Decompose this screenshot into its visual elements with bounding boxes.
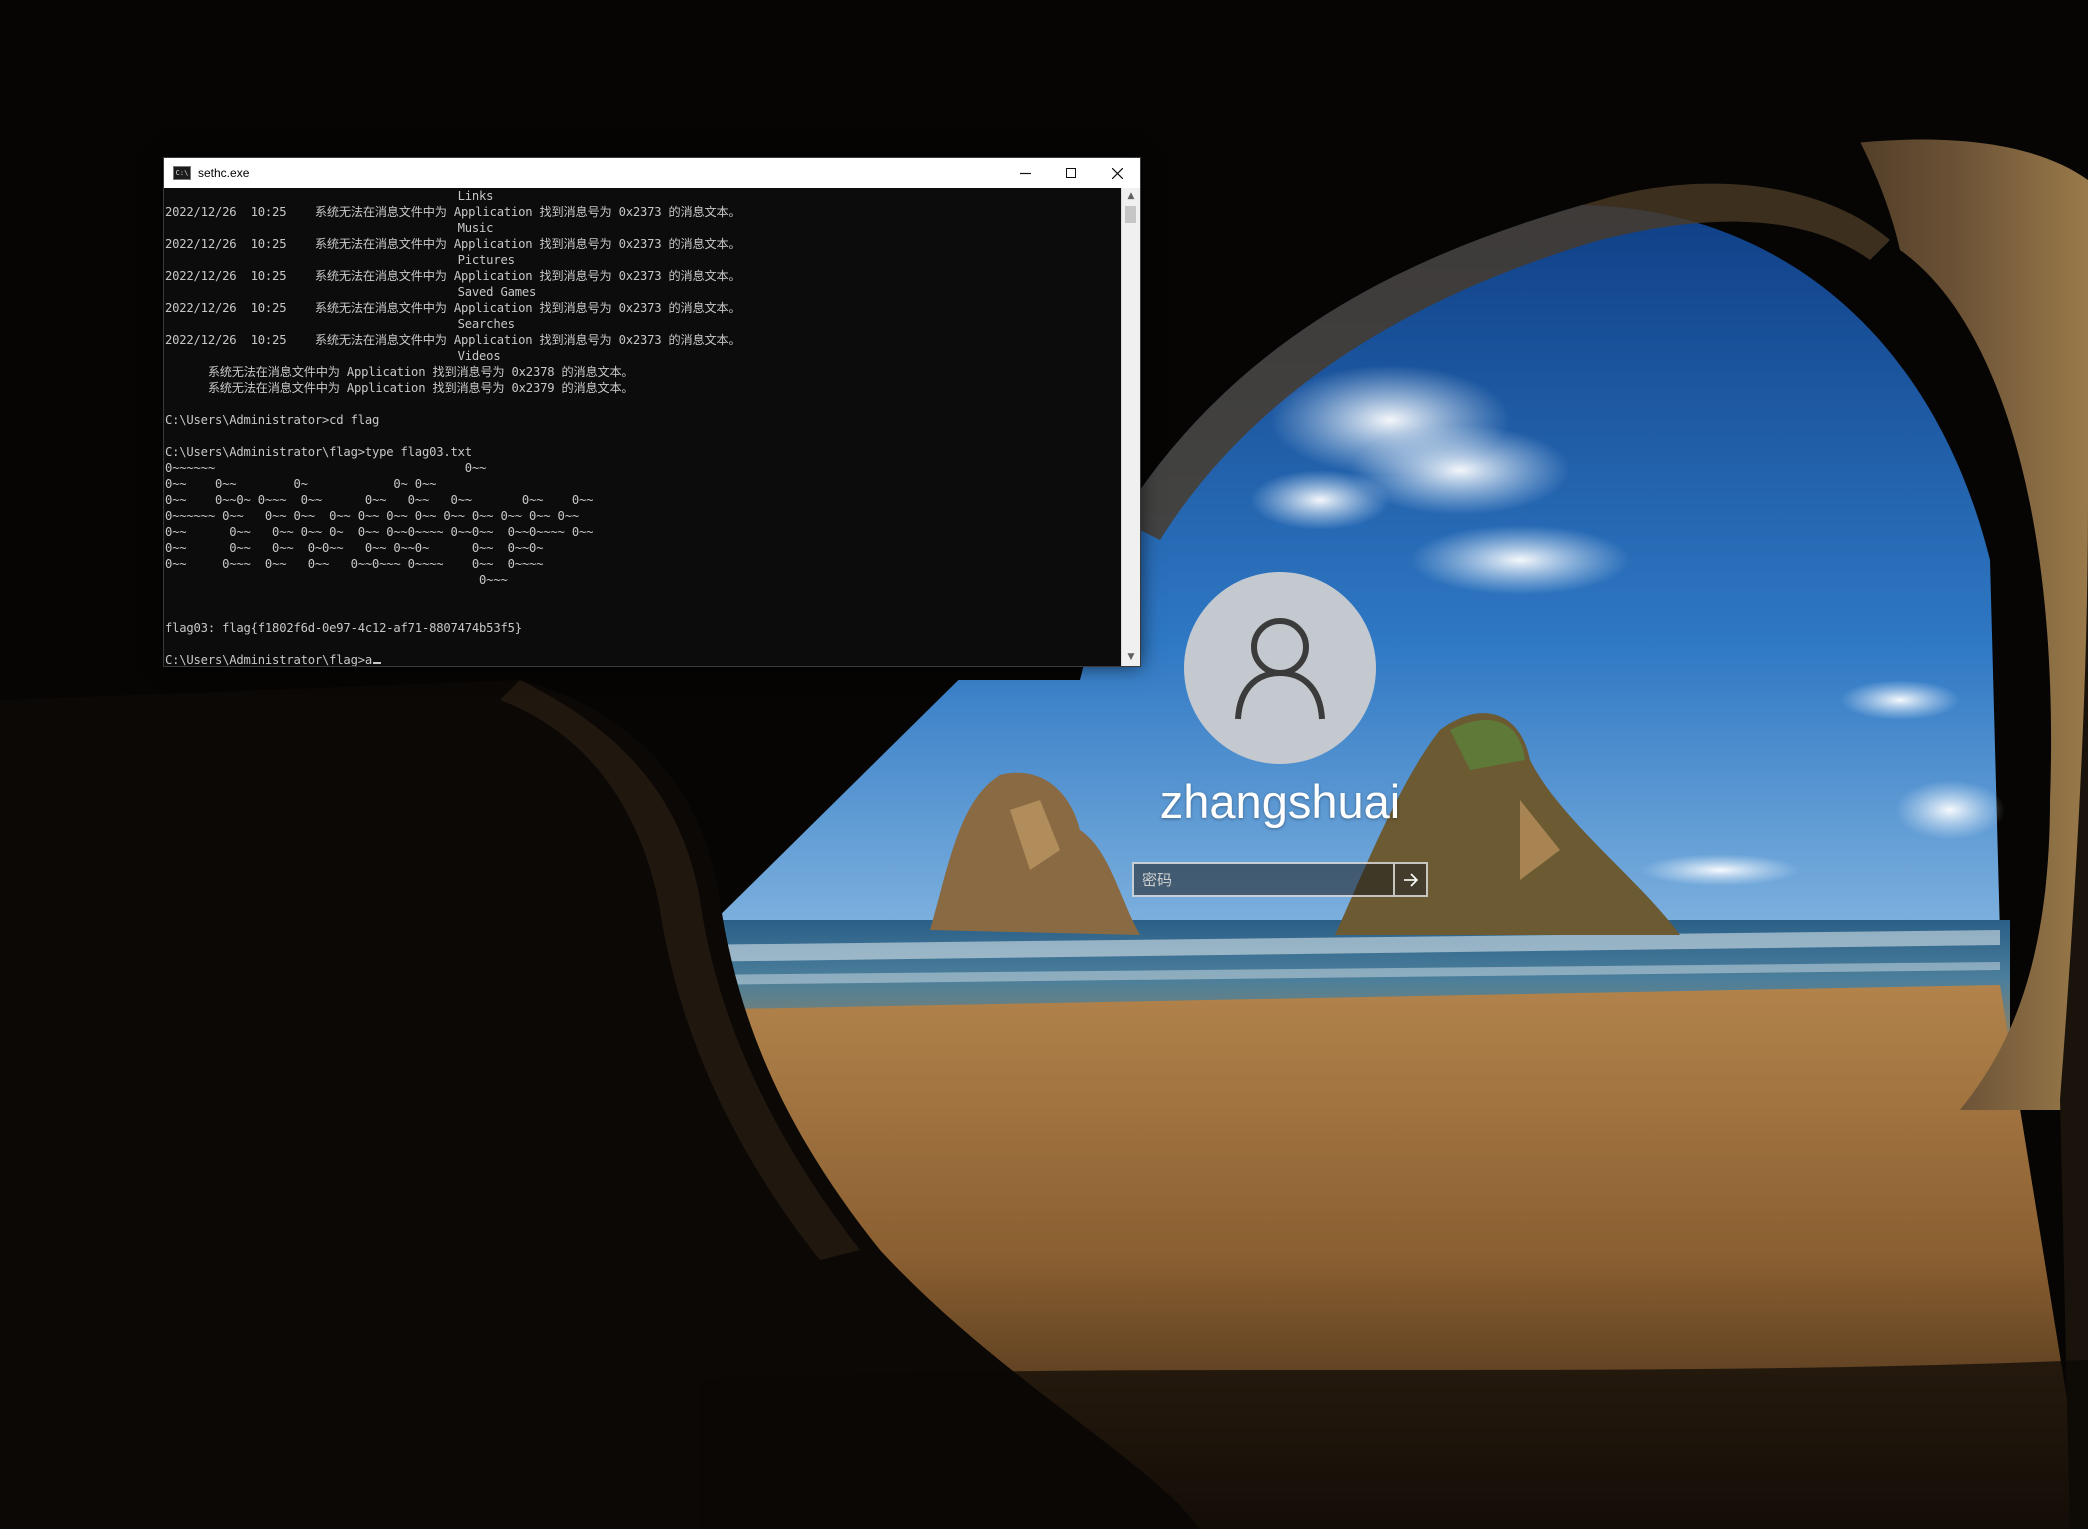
console-line: Links	[165, 189, 494, 203]
close-button[interactable]	[1094, 158, 1140, 188]
console-line: 系统无法在消息文件中为 Application 找到消息号为 0x2378 的消…	[165, 365, 634, 379]
console-scrollbar[interactable]: ▲ ▼	[1121, 188, 1140, 666]
user-avatar	[1184, 572, 1376, 764]
console-line: 2022/12/26 10:25 系统无法在消息文件中为 Application…	[165, 333, 741, 347]
console-line: 0~~~~~~ 0~~	[165, 461, 487, 475]
password-input[interactable]	[1132, 862, 1393, 897]
console-line: 2022/12/26 10:25 系统无法在消息文件中为 Application…	[165, 205, 741, 219]
console-output[interactable]: Links 2022/12/26 10:25 系统无法在消息文件中为 Appli…	[164, 188, 1122, 666]
console-line: 2022/12/26 10:25 系统无法在消息文件中为 Application…	[165, 301, 741, 315]
console-line: 0~~~	[165, 573, 508, 587]
console-line: Videos	[165, 349, 501, 363]
console-window[interactable]: C:\ sethc.exe Links 2022/12/26 10:25 系统无…	[163, 157, 1141, 667]
console-line: 0~~ 0~~ 0~~ 0~0~~ 0~~ 0~~0~ 0~~ 0~~0~	[165, 541, 544, 555]
minimize-button[interactable]	[1002, 158, 1048, 188]
maximize-icon	[1066, 168, 1076, 178]
console-line: 0~~ 0~~ 0~~ 0~~ 0~ 0~~ 0~~0~~~~ 0~~0~~ 0…	[165, 525, 594, 539]
username: zhangshuai	[1159, 775, 1401, 828]
scroll-up-icon[interactable]: ▲	[1122, 188, 1140, 205]
console-line: Pictures	[165, 253, 515, 267]
console-line: 2022/12/26 10:25 系统无法在消息文件中为 Application…	[165, 237, 741, 251]
close-icon	[1111, 167, 1123, 179]
user-avatar-icon	[1235, 618, 1325, 720]
submit-button[interactable]	[1393, 862, 1428, 897]
console-icon: C:\	[173, 166, 191, 180]
console-line: Saved Games	[165, 285, 537, 299]
console-line: C:\Users\Administrator\flag>a	[165, 653, 372, 666]
maximize-button[interactable]	[1048, 158, 1094, 188]
arrow-right-icon	[1403, 872, 1418, 887]
minimize-icon	[1019, 172, 1031, 174]
console-line: 0~~ 0~~0~ 0~~~ 0~~ 0~~ 0~~ 0~~ 0~~ 0~~	[165, 493, 594, 507]
window-controls	[1002, 158, 1140, 188]
scroll-thumb[interactable]	[1125, 206, 1136, 223]
scroll-down-icon[interactable]: ▼	[1122, 649, 1140, 666]
password-box	[1132, 862, 1428, 897]
console-line: Music	[165, 221, 494, 235]
console-line: 0~~ 0~~~ 0~~ 0~~ 0~~0~~~ 0~~~~ 0~~ 0~~~~	[165, 557, 544, 571]
console-line: 0~~~~~~ 0~~ 0~~ 0~~ 0~~ 0~~ 0~~ 0~~ 0~~ …	[165, 509, 579, 523]
console-line: Searches	[165, 317, 515, 331]
console-line: flag03: flag{f1802f6d-0e97-4c12-af71-880…	[165, 621, 522, 635]
console-line: C:\Users\Administrator\flag>type flag03.…	[165, 445, 472, 459]
window-title: sethc.exe	[198, 166, 250, 180]
console-titlebar[interactable]: C:\ sethc.exe	[164, 158, 1140, 188]
text-cursor	[373, 662, 381, 664]
console-line: C:\Users\Administrator>cd flag	[165, 413, 380, 427]
console-text: Links 2022/12/26 10:25 系统无法在消息文件中为 Appli…	[164, 188, 1122, 666]
console-line: 2022/12/26 10:25 系统无法在消息文件中为 Application…	[165, 269, 741, 283]
console-line: 0~~ 0~~ 0~ 0~ 0~~	[165, 477, 437, 491]
console-line: 系统无法在消息文件中为 Application 找到消息号为 0x2379 的消…	[165, 381, 634, 395]
